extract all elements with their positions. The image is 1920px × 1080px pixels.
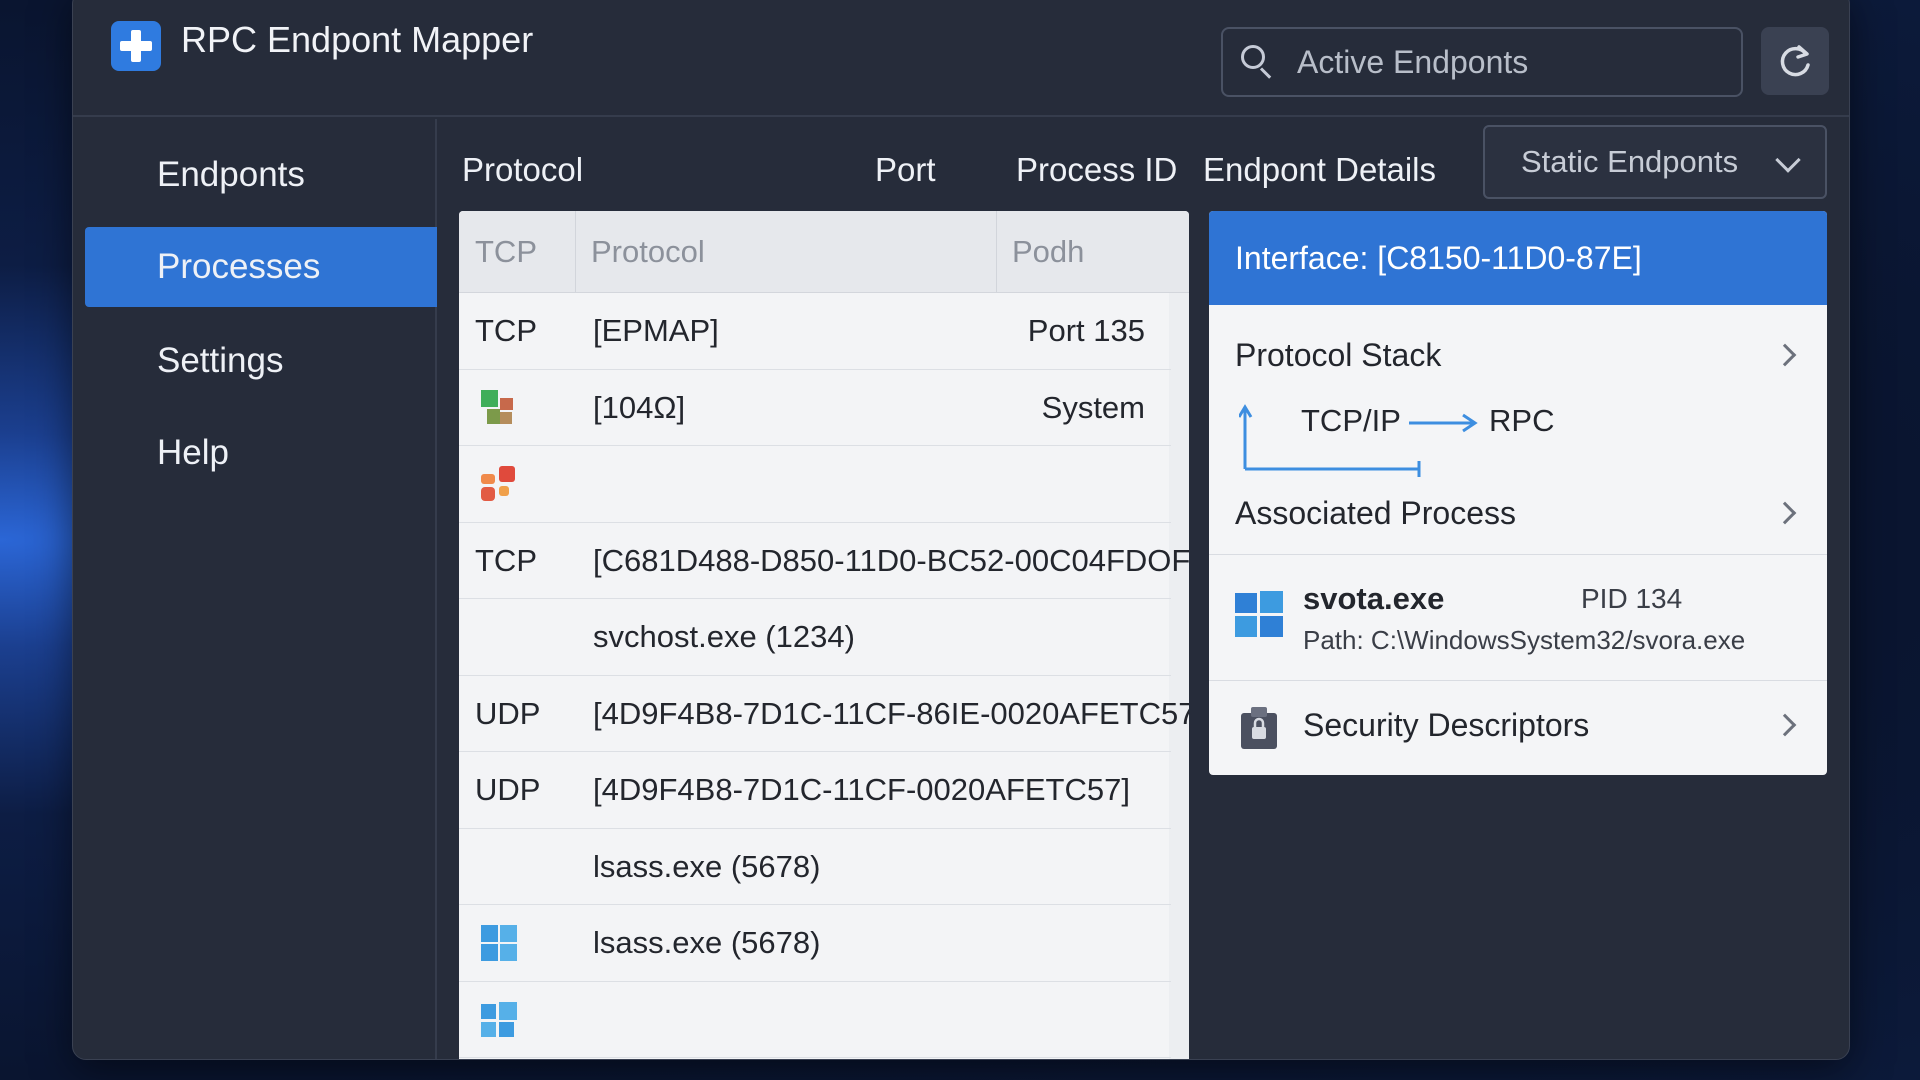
table-row[interactable]: [459, 982, 1171, 1058]
chevron-down-icon: [1775, 147, 1801, 173]
protocol-stack-label: Protocol Stack: [1235, 337, 1442, 373]
app-window: RPC Endpont Mapper Endponts Processes Se…: [72, 0, 1850, 1060]
table-cell: UDP: [475, 695, 541, 731]
endpoint-details-panel: Interface: [C8150-11D0-87E] Protocol Sta…: [1209, 211, 1827, 775]
dropdown-selected-value: Static Endponts: [1521, 144, 1739, 179]
column-header-endpoint-details: Endpont Details: [1203, 151, 1436, 188]
table-cell: Port 135: [1027, 313, 1145, 348]
chevron-right-icon: [1773, 343, 1797, 367]
column-header-process-id[interactable]: Process ID: [1016, 151, 1177, 189]
security-descriptors-label: Security Descriptors: [1303, 707, 1590, 743]
table-cell: TCP: [475, 313, 537, 348]
interface-label: Interface: [C8150-11D0-87E]: [1235, 239, 1642, 276]
sidebar-item-label: Endponts: [157, 155, 305, 194]
table-cell: svchost.exe (1234): [593, 619, 855, 654]
clipboard-lock-icon: [1241, 707, 1277, 749]
table-cell: [EPMAP]: [593, 313, 719, 348]
column-header-port[interactable]: Port: [875, 151, 936, 189]
sidebar-item-processes[interactable]: Processes: [85, 227, 437, 307]
title-bar: RPC Endpont Mapper: [73, 0, 1849, 117]
search-icon: [1239, 43, 1277, 81]
table-cell: [104Ω]: [593, 389, 686, 425]
table-header-cell[interactable]: Podh: [1012, 234, 1084, 270]
table-cell: UDP: [475, 772, 541, 807]
refresh-button[interactable]: [1761, 27, 1829, 95]
sidebar-item-label: Processes: [157, 247, 321, 286]
endpoint-table: TCP Protocol Podh TCP [EPMAP] Port 135 […: [459, 211, 1189, 1059]
column-header-protocol[interactable]: Protocol: [462, 151, 583, 189]
endpoint-filter-dropdown[interactable]: Static Endponts: [1483, 125, 1827, 199]
table-header-row: TCP Protocol Podh: [459, 211, 1189, 293]
process-name: svota.exe: [1303, 581, 1445, 616]
app-title: RPC Endpont Mapper: [181, 19, 534, 60]
process-icon: [481, 389, 513, 424]
refresh-icon: [1780, 45, 1810, 77]
associated-process-card[interactable]: svota.exe PID 134 Path: C:\WindowsSystem…: [1209, 555, 1827, 681]
plus-icon: [111, 21, 161, 71]
associated-process-label: Associated Process: [1235, 495, 1517, 531]
table-cell: lsass.exe (5678): [593, 848, 821, 884]
search-input[interactable]: [1297, 43, 1717, 81]
table-row[interactable]: UDP [4D9F4B8-7D1C-11CF-0020AFETC57]: [459, 752, 1171, 829]
sidebar-item-settings[interactable]: Settings: [85, 321, 437, 401]
sidebar-item-endpoints[interactable]: Endponts: [85, 135, 437, 215]
process-path: Path: C:\WindowsSystem32/svora.exe: [1303, 625, 1746, 655]
table-cell: lsass.exe (5678): [593, 925, 821, 960]
table-row[interactable]: lsass.exe (5678): [459, 829, 1171, 905]
process-pid: PID 134: [1581, 583, 1683, 614]
table-header-cell[interactable]: TCP: [475, 234, 537, 270]
stack-from-label: TCP/IP: [1301, 403, 1401, 438]
table-row[interactable]: lsass.exe (5678): [459, 905, 1171, 982]
scrollbar-track[interactable]: [1169, 293, 1189, 1059]
table-cell: [4D9F4B8-7D1C-11CF-0020AFETC57]: [593, 772, 1130, 807]
windows-icon: [481, 925, 517, 961]
table-row[interactable]: [104Ω] System: [459, 370, 1171, 446]
sidebar-item-label: Settings: [157, 341, 284, 380]
table-header-cell[interactable]: Protocol: [591, 234, 705, 270]
sidebar: Endponts Processes Settings Help: [73, 119, 437, 1059]
windows-icon: [1235, 591, 1283, 637]
table-row[interactable]: UDP [4D9F4B8-7D1C-11CF-86IE-0020AFETC57: [459, 676, 1189, 752]
service-icon: [481, 466, 515, 501]
table-cell: [4D9F4B8-7D1C-11CF-86IE-0020AFETC57: [593, 695, 1189, 731]
windows-icon: [481, 1001, 517, 1037]
sidebar-item-label: Help: [157, 433, 229, 472]
sidebar-item-help[interactable]: Help: [85, 413, 437, 493]
table-row[interactable]: [459, 446, 1171, 523]
security-descriptors-row[interactable]: Security Descriptors: [1209, 681, 1827, 775]
search-box[interactable]: [1221, 27, 1743, 97]
interface-header[interactable]: Interface: [C8150-11D0-87E]: [1209, 211, 1827, 305]
table-row[interactable]: TCP [EPMAP] Port 135: [459, 293, 1171, 370]
arrow-right-icon: [1409, 413, 1478, 433]
chevron-right-icon: [1773, 501, 1797, 525]
table-cell: [C681D488-D850-11D0-BC52-00C04FDOFTE: [593, 542, 1189, 578]
chevron-right-icon: [1773, 713, 1797, 737]
protocol-stack-section[interactable]: Protocol Stack TCP/IP RPC Associated Pro…: [1209, 305, 1827, 555]
table-row[interactable]: TCP [C681D488-D850-11D0-BC52-00C04FDOFTE: [459, 523, 1189, 599]
table-cell: System: [1041, 389, 1145, 425]
table-row[interactable]: svchost.exe (1234): [459, 599, 1171, 676]
stack-to-label: RPC: [1489, 403, 1555, 438]
table-cell: TCP: [475, 542, 537, 578]
